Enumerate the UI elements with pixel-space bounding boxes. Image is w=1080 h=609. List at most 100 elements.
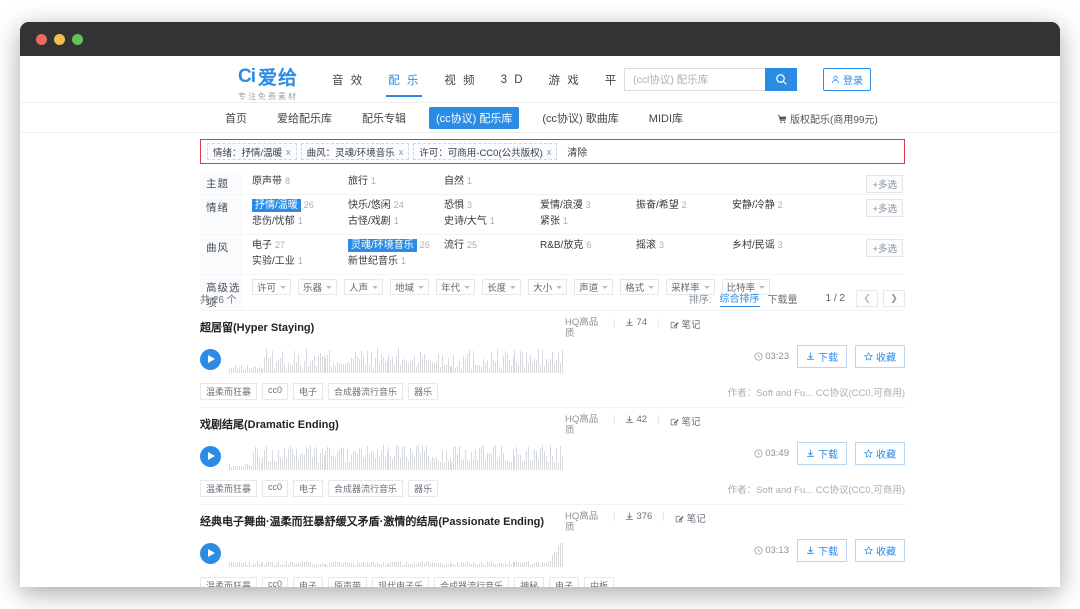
filter-option-count: 1 bbox=[371, 176, 376, 186]
tag[interactable]: 原声带 bbox=[328, 577, 367, 587]
filter-option-1-4[interactable]: 振奋/希望2 bbox=[636, 199, 732, 212]
filter-option-name: 原声带 bbox=[252, 176, 282, 187]
nav-item-2[interactable]: 视 频 bbox=[442, 58, 478, 101]
tag[interactable]: 温柔而狂暴 bbox=[200, 383, 257, 400]
filter-option-2-1[interactable]: 灵魂/环境音乐26 bbox=[348, 239, 444, 252]
tag[interactable]: 器乐 bbox=[408, 480, 438, 497]
nav-item-4[interactable]: 游 戏 bbox=[547, 58, 583, 101]
filter-option-1-0[interactable]: 抒情/温暖26 bbox=[252, 199, 348, 212]
prev-page-button[interactable]: ❮ bbox=[856, 290, 878, 307]
tag[interactable]: 温柔而狂暴 bbox=[200, 577, 257, 587]
search-button[interactable] bbox=[765, 68, 797, 91]
filter-chip-2[interactable]: 许可：可商用-CC0(公共版权)x bbox=[413, 143, 557, 160]
tag[interactable]: 电子 bbox=[293, 480, 323, 497]
favorite-button[interactable]: 收藏 bbox=[855, 442, 905, 465]
tag[interactable]: 神秘 bbox=[514, 577, 544, 587]
tag[interactable]: 现代电子乐 bbox=[372, 577, 429, 587]
subnav-item-4[interactable]: (cc协议) 歌曲库 bbox=[535, 107, 625, 129]
search-input[interactable] bbox=[624, 68, 765, 91]
minimize-window-button[interactable] bbox=[54, 34, 65, 45]
favorite-button[interactable]: 收藏 bbox=[855, 539, 905, 562]
filter-chip-0[interactable]: 情绪：抒情/温暖x bbox=[207, 143, 297, 160]
filter-option-1-5[interactable]: 安静/冷静2 bbox=[732, 199, 828, 212]
filter-option-1-1[interactable]: 快乐/悠闲24 bbox=[348, 199, 444, 212]
download-button[interactable]: 下载 bbox=[797, 539, 847, 562]
search-icon bbox=[775, 73, 788, 86]
play-button[interactable] bbox=[200, 446, 221, 467]
tag[interactable]: 电子 bbox=[293, 383, 323, 400]
track-list: 超居留(Hyper Staying)HQ高品质|74|笔记03:23下载收藏温柔… bbox=[200, 311, 905, 587]
tag[interactable]: cc0 bbox=[262, 480, 288, 497]
waveform[interactable] bbox=[229, 539, 564, 567]
filter-option-1-2[interactable]: 恐惧3 bbox=[444, 199, 540, 212]
subnav-item-3[interactable]: (cc协议) 配乐库 bbox=[429, 107, 519, 129]
close-window-button[interactable] bbox=[36, 34, 47, 45]
filter-option-1-8[interactable]: 史诗/大气1 bbox=[444, 215, 540, 228]
remove-chip-icon[interactable]: x bbox=[399, 147, 404, 157]
filter-option-2-7[interactable]: 新世纪音乐1 bbox=[348, 255, 444, 268]
subnav-item-5[interactable]: MIDI库 bbox=[642, 107, 690, 129]
filter-chip-1[interactable]: 曲风：灵魂/环境音乐x bbox=[301, 143, 410, 160]
filter-option-2-4[interactable]: 摇滚3 bbox=[636, 239, 732, 252]
filter-option-2-6[interactable]: 实验/工业1 bbox=[252, 255, 348, 268]
nav-item-0[interactable]: 音 效 bbox=[330, 58, 366, 101]
remove-chip-icon[interactable]: x bbox=[286, 147, 291, 157]
subnav-item-1[interactable]: 爱给配乐库 bbox=[270, 107, 339, 129]
waveform[interactable] bbox=[229, 442, 564, 470]
download-count-value: 42 bbox=[636, 414, 647, 425]
tag[interactable]: 合成器流行音乐 bbox=[434, 577, 509, 587]
tag[interactable]: 电子 bbox=[549, 577, 579, 587]
tag[interactable]: 温柔而狂暴 bbox=[200, 480, 257, 497]
maximize-window-button[interactable] bbox=[72, 34, 83, 45]
waveform[interactable] bbox=[229, 345, 564, 373]
favorite-label: 收藏 bbox=[876, 349, 896, 364]
filter-option-1-3[interactable]: 爱情/浪漫3 bbox=[540, 199, 636, 212]
multi-select-button-1[interactable]: +多选 bbox=[866, 199, 903, 217]
filter-option-2-3[interactable]: R&B/放克6 bbox=[540, 239, 636, 252]
play-button[interactable] bbox=[200, 543, 221, 564]
filter-option-name: 抒情/温暖 bbox=[252, 199, 301, 212]
note-button[interactable]: 笔记 bbox=[670, 317, 701, 331]
favorite-button[interactable]: 收藏 bbox=[855, 345, 905, 368]
nav-item-1[interactable]: 配 乐 bbox=[386, 58, 422, 101]
tag[interactable]: 中板 bbox=[584, 577, 614, 587]
filter-option-name: 自然 bbox=[444, 176, 464, 187]
site-logo[interactable]: Ci 爱给 专注免费素材 bbox=[218, 63, 318, 102]
tag[interactable]: 电子 bbox=[293, 577, 323, 587]
tag[interactable]: 合成器流行音乐 bbox=[328, 383, 403, 400]
sort-option-composite[interactable]: 综合排序 bbox=[720, 290, 760, 307]
page-scroll-area[interactable]: Ci 爱给 专注免费素材 音 效配 乐视 频3 D游 戏平 面教 程 bbox=[20, 56, 1060, 587]
multi-select-button-2[interactable]: +多选 bbox=[866, 239, 903, 257]
filter-option-1-6[interactable]: 悲伤/忧郁1 bbox=[252, 215, 348, 228]
clear-filters-button[interactable]: 清除 bbox=[567, 144, 587, 159]
play-button[interactable] bbox=[200, 349, 221, 370]
filter-option-2-0[interactable]: 电子27 bbox=[252, 239, 348, 252]
subnav-item-2[interactable]: 配乐专辑 bbox=[355, 107, 413, 129]
download-button[interactable]: 下载 bbox=[797, 442, 847, 465]
sort-option-downloads[interactable]: 下载量 bbox=[768, 291, 798, 306]
filter-option-0-0[interactable]: 原声带8 bbox=[252, 175, 348, 188]
next-page-button[interactable]: ❯ bbox=[883, 290, 905, 307]
note-button[interactable]: 笔记 bbox=[670, 414, 701, 428]
filter-option-1-9[interactable]: 紧张1 bbox=[540, 215, 636, 228]
remove-chip-icon[interactable]: x bbox=[547, 147, 552, 157]
copyright-music-link[interactable]: 版权配乐(商用99元) bbox=[777, 111, 878, 126]
nav-item-3[interactable]: 3 D bbox=[499, 60, 527, 99]
login-button[interactable]: 登录 bbox=[823, 68, 871, 91]
tag[interactable]: 合成器流行音乐 bbox=[328, 480, 403, 497]
multi-select-button-0[interactable]: +多选 bbox=[866, 175, 903, 193]
note-button[interactable]: 笔记 bbox=[675, 511, 706, 525]
filter-option-0-2[interactable]: 自然1 bbox=[444, 175, 540, 188]
search-bar bbox=[624, 68, 797, 91]
filter-option-1-7[interactable]: 古怪/戏剧1 bbox=[348, 215, 444, 228]
tag[interactable]: 器乐 bbox=[408, 383, 438, 400]
subnav-item-0[interactable]: 首页 bbox=[218, 107, 254, 129]
filter-option-0-1[interactable]: 旅行1 bbox=[348, 175, 444, 188]
download-button[interactable]: 下载 bbox=[797, 345, 847, 368]
filter-option-name: 灵魂/环境音乐 bbox=[348, 239, 417, 252]
filter-option-2-2[interactable]: 流行25 bbox=[444, 239, 540, 252]
track-tags: 温柔而狂暴cc0电子原声带现代电子乐合成器流行音乐神秘电子中板钢琴平稳奇幻商业广… bbox=[200, 577, 620, 587]
tag[interactable]: cc0 bbox=[262, 577, 288, 587]
tag[interactable]: cc0 bbox=[262, 383, 288, 400]
filter-option-2-5[interactable]: 乡村/民谣3 bbox=[732, 239, 828, 252]
